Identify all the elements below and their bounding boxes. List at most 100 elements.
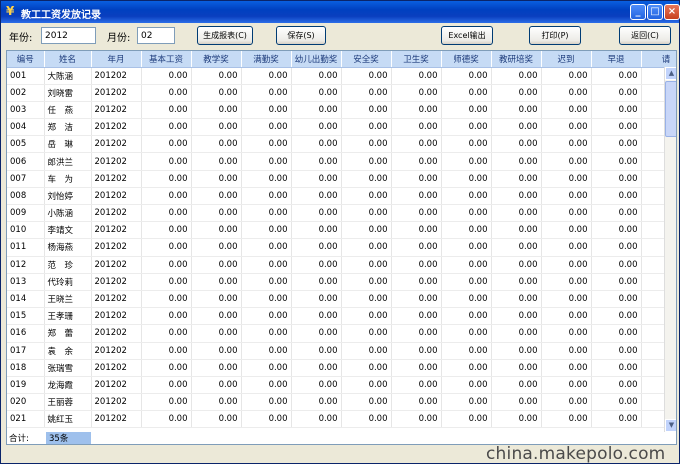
table-cell[interactable]: 201202 (91, 307, 142, 326)
table-cell[interactable]: 岳 琳 (44, 135, 92, 154)
column-header[interactable]: 迟到 (541, 51, 592, 68)
table-cell[interactable]: 0.00 (441, 135, 492, 154)
table-cell[interactable]: 0.00 (241, 359, 292, 377)
table-cell[interactable]: 0.00 (541, 221, 592, 240)
column-header[interactable]: 幼儿出勤奖 (291, 51, 342, 68)
table-row[interactable]: 010 李靖文 201202 0.00 0.00 0.00 0.00 0.00 0.00 0.00… (7, 221, 676, 240)
table-cell[interactable]: 0.00 (391, 204, 442, 223)
table-cell[interactable]: 任 燕 (44, 101, 92, 120)
scrollbar-thumb[interactable] (665, 81, 676, 137)
table-cell[interactable]: 001 (7, 67, 45, 85)
table-cell[interactable]: 郎洪兰 (44, 152, 92, 171)
table-cell[interactable]: 小陈涵 (44, 204, 92, 223)
table-cell[interactable]: 0.00 (391, 256, 442, 274)
table-cell[interactable]: 0.00 (541, 307, 592, 326)
table-cell[interactable]: 0.00 (191, 118, 242, 137)
table-cell[interactable]: 郑 洁 (44, 118, 92, 137)
table-cell[interactable]: 0.00 (541, 101, 592, 120)
table-cell[interactable]: 杨海燕 (44, 238, 92, 257)
table-cell[interactable]: 0.00 (241, 84, 292, 102)
column-header[interactable]: 安全奖 (341, 51, 392, 68)
table-cell[interactable]: 0.00 (191, 67, 242, 85)
table-cell[interactable]: 0.00 (591, 204, 642, 223)
table-cell[interactable]: 201202 (91, 342, 142, 360)
table-cell[interactable]: 0.00 (341, 256, 392, 274)
table-cell[interactable]: 0.00 (441, 256, 492, 274)
table-cell[interactable]: 015 (7, 307, 45, 326)
table-cell[interactable]: 0.00 (591, 273, 642, 291)
table-cell[interactable]: 014 (7, 290, 45, 309)
table-cell[interactable]: 0.00 (291, 410, 342, 429)
column-header[interactable]: 年月 (91, 51, 142, 68)
table-cell[interactable]: 0.00 (141, 410, 192, 429)
table-cell[interactable]: 0.00 (441, 187, 492, 206)
vertical-scrollbar[interactable]: ▲ ▼ (664, 67, 676, 432)
table-cell[interactable]: 0.00 (291, 101, 342, 120)
table-cell[interactable]: 0.00 (191, 84, 242, 102)
table-cell[interactable]: 201202 (91, 67, 142, 85)
table-cell[interactable]: 007 (7, 170, 45, 188)
table-cell[interactable]: 013 (7, 273, 45, 291)
table-cell[interactable]: 0.00 (191, 135, 242, 154)
table-cell[interactable]: 0.00 (341, 359, 392, 377)
table-cell[interactable]: 0.00 (341, 152, 392, 171)
table-cell[interactable]: 0.00 (191, 376, 242, 395)
table-cell[interactable]: 0.00 (341, 410, 392, 429)
table-cell[interactable]: 0.00 (541, 84, 592, 102)
table-cell[interactable]: 袁 余 (44, 342, 92, 360)
table-cell[interactable]: 0.00 (191, 170, 242, 188)
table-cell[interactable]: 0.00 (591, 170, 642, 188)
table-cell[interactable]: 0.00 (541, 342, 592, 360)
table-cell[interactable]: 0.00 (341, 324, 392, 343)
table-cell[interactable]: 0.00 (141, 118, 192, 137)
table-cell[interactable]: 201202 (91, 238, 142, 257)
table-cell[interactable]: 0.00 (291, 342, 342, 360)
table-cell[interactable]: 201202 (91, 290, 142, 309)
table-cell[interactable]: 201202 (91, 273, 142, 291)
table-cell[interactable]: 0.00 (441, 290, 492, 309)
table-cell[interactable]: 0.00 (441, 410, 492, 429)
table-cell[interactable]: 0.00 (441, 324, 492, 343)
table-row[interactable]: 004 郑 洁 201202 0.00 0.00 0.00 0.00 0.00 0.00 0.00… (7, 118, 676, 137)
table-row[interactable]: 016 郑 蕾 201202 0.00 0.00 0.00 0.00 0.00 0.00 0.00… (7, 324, 676, 343)
column-header[interactable]: 姓名 (44, 51, 92, 68)
table-cell[interactable]: 201202 (91, 359, 142, 377)
table-cell[interactable]: 0.00 (291, 256, 342, 274)
return-button[interactable]: 返回(C) (619, 26, 671, 45)
table-cell[interactable]: 0.00 (241, 393, 292, 412)
table-cell[interactable]: 0.00 (491, 290, 542, 309)
table-cell[interactable]: 0.00 (141, 221, 192, 240)
table-cell[interactable]: 姚红玉 (44, 410, 92, 429)
table-cell[interactable]: 0.00 (541, 273, 592, 291)
table-cell[interactable]: 0.00 (541, 170, 592, 188)
table-cell[interactable]: 0.00 (191, 273, 242, 291)
table-cell[interactable]: 0.00 (491, 67, 542, 85)
table-cell[interactable]: 0.00 (591, 324, 642, 343)
table-cell[interactable]: 0.00 (141, 376, 192, 395)
table-cell[interactable]: 0.00 (291, 238, 342, 257)
table-cell[interactable]: 0.00 (141, 152, 192, 171)
table-cell[interactable]: 0.00 (291, 187, 342, 206)
table-cell[interactable]: 201202 (91, 152, 142, 171)
table-cell[interactable]: 0.00 (591, 256, 642, 274)
table-row[interactable]: 013 代玲莉 201202 0.00 0.00 0.00 0.00 0.00 0.00 0.00… (7, 273, 676, 291)
table-cell[interactable]: 201202 (91, 393, 142, 412)
table-cell[interactable]: 0.00 (191, 187, 242, 206)
table-cell[interactable]: 0.00 (591, 221, 642, 240)
table-cell[interactable]: 张瑞雪 (44, 359, 92, 377)
table-cell[interactable]: 0.00 (541, 376, 592, 395)
table-cell[interactable]: 002 (7, 84, 45, 102)
table-cell[interactable]: 0.00 (241, 410, 292, 429)
table-cell[interactable]: 0.00 (291, 307, 342, 326)
table-cell[interactable]: 刘晓雷 (44, 84, 92, 102)
table-cell[interactable]: 郑 蕾 (44, 324, 92, 343)
table-cell[interactable]: 0.00 (141, 67, 192, 85)
table-cell[interactable]: 0.00 (141, 238, 192, 257)
table-cell[interactable]: 0.00 (391, 187, 442, 206)
table-cell[interactable]: 0.00 (491, 273, 542, 291)
table-row[interactable]: 021 姚红玉 201202 0.00 0.00 0.00 0.00 0.00 0.00 0.00… (7, 410, 676, 429)
table-cell[interactable]: 0.00 (241, 101, 292, 120)
table-cell[interactable]: 0.00 (591, 152, 642, 171)
table-row[interactable]: 017 袁 余 201202 0.00 0.00 0.00 0.00 0.00 0.00 0.00… (7, 342, 676, 360)
table-cell[interactable]: 201202 (91, 376, 142, 395)
